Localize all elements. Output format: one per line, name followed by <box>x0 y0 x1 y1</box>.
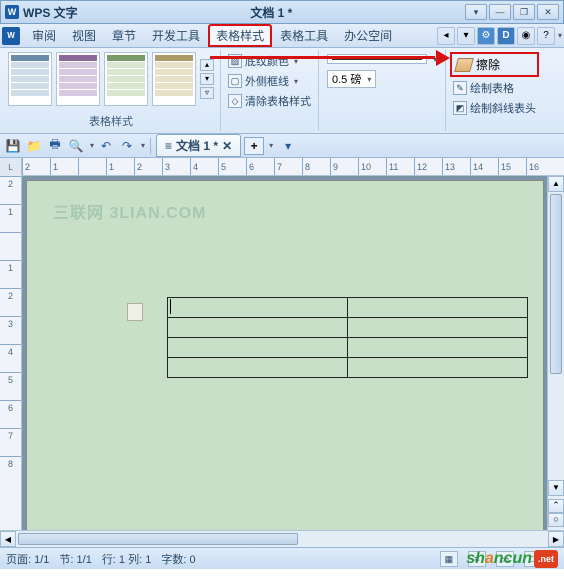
clear-style-button[interactable]: ◇清除表格样式 <box>225 92 314 110</box>
table-style-1[interactable] <box>8 52 52 106</box>
menu-bar: W 审阅 视图 章节 开发工具 表格样式 表格工具 办公空间 ◂ ▾ ⚙ D ◉… <box>0 24 564 48</box>
ruler-corner[interactable]: L <box>0 158 22 176</box>
tab-chapter[interactable]: 章节 <box>104 24 144 47</box>
document-title: 文档 1 * <box>78 4 465 21</box>
watermark-logo: shancun.net <box>466 550 558 568</box>
tab-close-icon[interactable]: ✕ <box>222 139 232 153</box>
view-print-layout[interactable]: ▦ <box>440 551 458 567</box>
line-style-selector[interactable] <box>327 54 427 64</box>
scroll-left-button[interactable]: ◀ <box>0 531 16 547</box>
title-bar: W WPS 文字 文档 1 * ▾ — ❐ ✕ <box>0 0 564 24</box>
document-area[interactable]: 三联网 3LIAN.COM ▲ ▼ ⌃ ○ <box>22 176 564 530</box>
save-button[interactable]: 💾 <box>4 137 22 155</box>
watermark: 三联网 3LIAN.COM <box>53 199 206 223</box>
doc-tab-name: 文档 1 * <box>176 137 218 154</box>
doc-icon: ≡ <box>165 139 172 153</box>
chevron-down-icon: ▾ <box>294 57 298 66</box>
table-style-4[interactable] <box>152 52 196 106</box>
eraser-icon <box>454 58 474 72</box>
document-tab[interactable]: ≡ 文档 1 * ✕ <box>156 134 241 157</box>
add-tab-button[interactable]: + <box>244 137 264 155</box>
status-section: 节: 1/1 <box>59 551 91 567</box>
table-row[interactable] <box>168 318 528 338</box>
outer-border-button[interactable]: ▢外侧框线▾ <box>225 72 314 90</box>
table-row[interactable] <box>168 358 528 378</box>
shading-color-button[interactable]: ▨底纹颜色▾ <box>225 52 314 70</box>
wps-menu-button[interactable]: W <box>2 27 20 45</box>
dropdown-button[interactable]: ▾ <box>465 4 487 20</box>
app-icon: W <box>5 5 19 19</box>
scroll-thumb[interactable] <box>550 194 562 374</box>
pencil-icon: ✎ <box>453 81 467 95</box>
prev-page-button[interactable]: ⌃ <box>548 499 564 513</box>
open-button[interactable]: 📁 <box>25 137 43 155</box>
hscroll-thumb[interactable] <box>18 533 298 545</box>
table-row[interactable] <box>168 338 528 358</box>
undo-button[interactable]: ↶ <box>97 137 115 155</box>
page[interactable]: 三联网 3LIAN.COM <box>26 180 544 530</box>
nav-dropdown-icon[interactable]: ▾ <box>457 27 475 45</box>
diagonal-header-button[interactable]: ◩绘制斜线表头 <box>450 99 539 117</box>
vertical-scrollbar[interactable]: ▲ ▼ ⌃ ○ <box>547 176 564 530</box>
status-word-count: 字数: 0 <box>161 551 195 567</box>
ribbon-group-format: ▨底纹颜色▾ ▢外侧框线▾ ◇清除表格样式 <box>221 50 318 131</box>
tab-devtools[interactable]: 开发工具 <box>144 24 208 47</box>
style-gallery-scroll[interactable]: ▴▾▿ <box>200 52 214 106</box>
group-label-styles: 表格样式 <box>8 111 214 129</box>
print-button[interactable]: 🖶 <box>46 137 64 155</box>
border-icon: ▢ <box>228 74 242 88</box>
chevron-down-icon[interactable]: ▾ <box>141 141 145 150</box>
draw-table-button[interactable]: ✎绘制表格 <box>450 79 539 97</box>
d-icon[interactable]: D <box>497 27 515 45</box>
browse-object-button[interactable]: ○ <box>548 513 564 527</box>
scroll-down-button[interactable]: ▼ <box>548 480 564 496</box>
maximize-button[interactable]: ❐ <box>513 4 535 20</box>
nav-left-icon[interactable]: ◂ <box>437 27 455 45</box>
chevron-down-icon[interactable]: ▾ <box>90 141 94 150</box>
ribbon-group-styles: ▴▾▿ 表格样式 <box>2 50 221 131</box>
horizontal-scrollbar[interactable]: ◀ ▶ <box>0 530 564 547</box>
table-style-2[interactable] <box>56 52 100 106</box>
orb-icon[interactable]: ◉ <box>517 27 535 45</box>
status-position: 行: 1 列: 1 <box>102 551 152 567</box>
ribbon-group-line: ▾ 0.5 磅▾ <box>318 50 445 131</box>
preview-button[interactable]: 🔍 <box>67 137 85 155</box>
settings-icon[interactable]: ⚙ <box>477 27 495 45</box>
quick-access-toolbar: 💾 📁 🖶 🔍 ▾ ↶ ↷ ▾ ≡ 文档 1 * ✕ + ▾ ▾ <box>0 134 564 158</box>
scroll-right-button[interactable]: ▶ <box>548 531 564 547</box>
horizontal-ruler[interactable]: L 2112345678910111213141516 <box>0 158 564 176</box>
redo-button[interactable]: ↷ <box>118 137 136 155</box>
clear-icon: ◇ <box>228 94 242 108</box>
ribbon-group-draw: 擦除 ✎绘制表格 ◩绘制斜线表头 <box>445 50 543 131</box>
eraser-button[interactable]: 擦除 <box>450 52 539 77</box>
chevron-down-icon[interactable]: ▾ <box>269 141 273 150</box>
tab-list-button[interactable]: ▾ <box>279 137 297 155</box>
diagonal-icon: ◩ <box>453 101 467 115</box>
ribbon: ▴▾▿ 表格样式 ▨底纹颜色▾ ▢外侧框线▾ ◇清除表格样式 ▾ 0.5 磅▾ … <box>0 48 564 134</box>
line-weight-selector[interactable]: 0.5 磅▾ <box>327 70 376 88</box>
text-cursor <box>170 299 171 314</box>
app-name: WPS 文字 <box>23 4 78 21</box>
help-dropdown-icon[interactable]: ▾ <box>558 31 562 40</box>
tab-office-space[interactable]: 办公空间 <box>336 24 400 47</box>
shading-icon: ▨ <box>228 54 242 68</box>
tab-view[interactable]: 视图 <box>64 24 104 47</box>
scroll-up-button[interactable]: ▲ <box>548 176 564 192</box>
minimize-button[interactable]: — <box>489 4 511 20</box>
table-style-3[interactable] <box>104 52 148 106</box>
document-table[interactable] <box>167 297 528 378</box>
tab-table-style[interactable]: 表格样式 <box>208 24 272 47</box>
close-button[interactable]: ✕ <box>537 4 559 20</box>
vertical-ruler[interactable]: 2112345678 <box>0 176 22 530</box>
help-icon[interactable]: ? <box>537 27 555 45</box>
embedded-object-icon[interactable] <box>127 303 143 321</box>
tab-review[interactable]: 审阅 <box>24 24 64 47</box>
status-page: 页面: 1/1 <box>6 551 49 567</box>
chevron-down-icon: ▾ <box>294 77 298 86</box>
tab-table-tools[interactable]: 表格工具 <box>272 24 336 47</box>
table-row[interactable] <box>168 298 528 318</box>
